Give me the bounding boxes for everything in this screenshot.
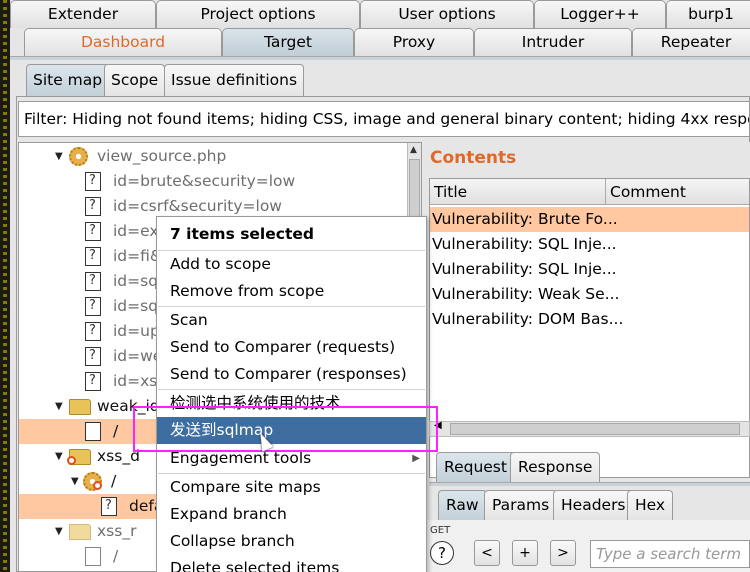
unknown-file-icon xyxy=(85,322,101,341)
unknown-file-icon xyxy=(85,347,101,366)
gear-file-icon xyxy=(69,147,88,166)
tab-separator xyxy=(10,56,750,60)
help-icon[interactable]: ? xyxy=(430,541,454,565)
tab-site-map[interactable]: Site map xyxy=(26,64,110,96)
tab-hex[interactable]: Hex xyxy=(627,490,674,520)
tab-logger[interactable]: Logger++ xyxy=(534,0,666,28)
search-input[interactable]: Type a search term xyxy=(590,540,750,568)
menu-item-delete-selected-items[interactable]: Delete selected items xyxy=(157,555,426,572)
tab-target[interactable]: Target xyxy=(222,28,354,56)
menu-item-send-to-comparer-requests[interactable]: Send to Comparer (requests) xyxy=(157,334,426,361)
folder-icon xyxy=(69,399,91,415)
tab-proxy[interactable]: Proxy xyxy=(354,28,474,56)
menu-item-send-to-comparer-responses[interactable]: Send to Comparer (responses) xyxy=(157,361,426,388)
expand-arrow-icon[interactable]: ▼ xyxy=(55,519,63,544)
scroll-thumb[interactable] xyxy=(450,423,740,435)
top-tab-row-2: Dashboard Target Proxy Intruder Repeater xyxy=(10,28,750,56)
menu-item-remove-from-scope[interactable]: Remove from scope xyxy=(157,278,426,305)
expand-arrow-icon[interactable]: ▼ xyxy=(55,444,63,469)
unknown-file-icon xyxy=(85,297,101,316)
file-icon xyxy=(85,422,101,441)
menu-item-add-to-scope[interactable]: Add to scope xyxy=(157,251,426,278)
previous-button[interactable]: < xyxy=(474,540,500,566)
tree-item-label: / xyxy=(113,547,119,565)
next-button[interactable]: > xyxy=(550,540,576,566)
menu-header: 7 items selected xyxy=(170,225,314,243)
tab-intruder[interactable]: Intruder xyxy=(474,28,632,56)
menu-item-collapse-branch[interactable]: Collapse branch xyxy=(157,528,426,555)
unknown-file-icon xyxy=(101,497,117,516)
filter-bar[interactable]: Filter: Hiding not found items; hiding C… xyxy=(18,101,750,137)
tab-burp1[interactable]: burp1 xyxy=(666,0,750,28)
scroll-up-icon[interactable]: ▲ xyxy=(410,145,417,155)
contents-title: Contents xyxy=(430,148,517,168)
table-row[interactable]: Vulnerability: Brute Fo... xyxy=(430,207,749,232)
tab-project-options[interactable]: Project options xyxy=(156,0,360,28)
tab-response[interactable]: Response xyxy=(510,452,601,482)
tab-user-options[interactable]: User options xyxy=(360,0,534,28)
table-row[interactable]: Vulnerability: Weak Se... xyxy=(430,282,749,307)
table-horizontal-scrollbar[interactable]: ◀ xyxy=(429,420,750,437)
table-row[interactable]: Vulnerability: SQL Inje... xyxy=(430,257,749,282)
top-tab-row-1: Extender Project options User options Lo… xyxy=(10,0,750,28)
tab-request[interactable]: Request xyxy=(436,452,515,482)
tab-repeater[interactable]: Repeater xyxy=(632,28,750,56)
unknown-file-icon xyxy=(85,247,101,266)
table-row[interactable]: Vulnerability: SQL Inje... xyxy=(430,232,749,257)
menu-item-expand-branch[interactable]: Expand branch xyxy=(157,501,426,528)
tab-extender[interactable]: Extender xyxy=(10,0,156,28)
expand-arrow-icon[interactable]: ▼ xyxy=(55,144,63,169)
tree-item-label: id=brute&security=low xyxy=(113,172,296,190)
unknown-file-icon xyxy=(85,172,101,191)
expand-arrow-icon[interactable]: ▼ xyxy=(71,469,79,494)
tree-node-label: xss_r xyxy=(97,522,137,540)
file-icon xyxy=(85,547,101,566)
issue-marker-icon xyxy=(93,481,102,490)
tab-dashboard[interactable]: Dashboard xyxy=(24,28,222,56)
tab-params[interactable]: Params xyxy=(484,490,558,520)
menu-item-scan[interactable]: Scan xyxy=(157,307,426,334)
tree-item[interactable]: id=brute&security=low xyxy=(19,169,409,194)
contents-pane: Contents Title Comment Vulnerability: Br… xyxy=(426,142,750,572)
request-method-text: GET xyxy=(430,525,451,536)
issue-marker-icon xyxy=(67,456,76,465)
tab-separator xyxy=(429,482,750,486)
tab-scope[interactable]: Scope xyxy=(104,64,166,96)
unknown-file-icon xyxy=(85,197,101,216)
table-row[interactable]: Vulnerability: DOM Bas... xyxy=(430,307,749,332)
tree-item-label: / xyxy=(113,422,119,440)
column-header-comment[interactable]: Comment xyxy=(606,179,749,205)
unknown-file-icon xyxy=(85,372,101,391)
annotation-highlight-box xyxy=(133,406,438,452)
tab-headers[interactable]: Headers xyxy=(553,490,634,520)
left-edge-strip xyxy=(0,0,10,572)
tree-node-view-source[interactable]: ▼ view_source.php xyxy=(19,144,409,169)
tree-node-label: view_source.php xyxy=(97,147,227,165)
tab-issue-definitions[interactable]: Issue definitions xyxy=(164,64,305,96)
tree-node-label: / xyxy=(111,472,117,490)
add-button[interactable]: + xyxy=(512,540,538,566)
context-menu: 7 items selected Add to scope Remove fro… xyxy=(156,216,427,572)
unknown-file-icon xyxy=(85,272,101,291)
unknown-file-icon xyxy=(85,222,101,241)
tab-raw[interactable]: Raw xyxy=(438,490,487,520)
column-header-title[interactable]: Title xyxy=(430,179,606,205)
folder-icon xyxy=(69,524,91,540)
expand-arrow-icon[interactable]: ▼ xyxy=(55,394,63,419)
menu-item-compare-site-maps[interactable]: Compare site maps xyxy=(157,474,426,501)
